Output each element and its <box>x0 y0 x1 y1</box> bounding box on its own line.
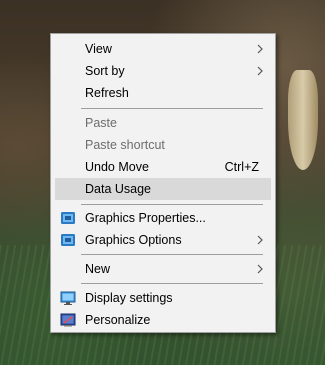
menu-item-label: New <box>85 262 111 276</box>
menu-item-graphics-properties[interactable]: Graphics Properties... <box>55 207 271 229</box>
display-settings-icon <box>60 291 76 305</box>
desktop-background[interactable]: View Sort by Refresh Paste Paste shortcu… <box>0 0 325 365</box>
intel-graphics-icon <box>61 212 75 224</box>
intel-graphics-icon <box>61 234 75 246</box>
menu-item-display-settings[interactable]: Display settings <box>55 287 271 309</box>
menu-item-paste-shortcut: Paste shortcut <box>55 134 271 156</box>
chevron-right-icon <box>257 66 263 76</box>
menu-item-shortcut: Ctrl+Z <box>224 160 259 174</box>
desktop-context-menu: View Sort by Refresh Paste Paste shortcu… <box>50 33 276 333</box>
menu-item-label: Data Usage <box>85 182 152 196</box>
menu-item-label: Graphics Properties... <box>85 211 206 225</box>
menu-item-label: Undo Move <box>85 160 149 174</box>
menu-item-label: Personalize <box>85 313 151 327</box>
menu-separator <box>81 204 263 205</box>
menu-item-graphics-options[interactable]: Graphics Options <box>55 229 271 251</box>
menu-item-label: Display settings <box>85 291 173 305</box>
menu-item-label: Paste shortcut <box>85 138 165 152</box>
menu-item-label: Refresh <box>85 86 129 100</box>
menu-item-sort-by[interactable]: Sort by <box>55 60 271 82</box>
menu-separator <box>81 283 263 284</box>
menu-item-label: Paste <box>85 116 117 130</box>
chevron-right-icon <box>257 235 263 245</box>
menu-item-undo-move[interactable]: Undo Move Ctrl+Z <box>55 156 271 178</box>
menu-item-label: Graphics Options <box>85 233 182 247</box>
menu-item-label: View <box>85 42 112 56</box>
chevron-right-icon <box>257 264 263 274</box>
menu-item-personalize[interactable]: Personalize <box>55 309 271 331</box>
menu-item-view[interactable]: View <box>55 38 271 60</box>
menu-item-paste: Paste <box>55 112 271 134</box>
menu-item-label: Sort by <box>85 64 125 78</box>
menu-separator <box>81 254 263 255</box>
personalize-icon <box>60 313 76 327</box>
elephant-tusk-wallpaper <box>288 70 318 170</box>
menu-separator <box>81 108 263 109</box>
menu-item-new[interactable]: New <box>55 258 271 280</box>
menu-item-data-usage[interactable]: Data Usage <box>55 178 271 200</box>
menu-item-refresh[interactable]: Refresh <box>55 82 271 104</box>
chevron-right-icon <box>257 44 263 54</box>
